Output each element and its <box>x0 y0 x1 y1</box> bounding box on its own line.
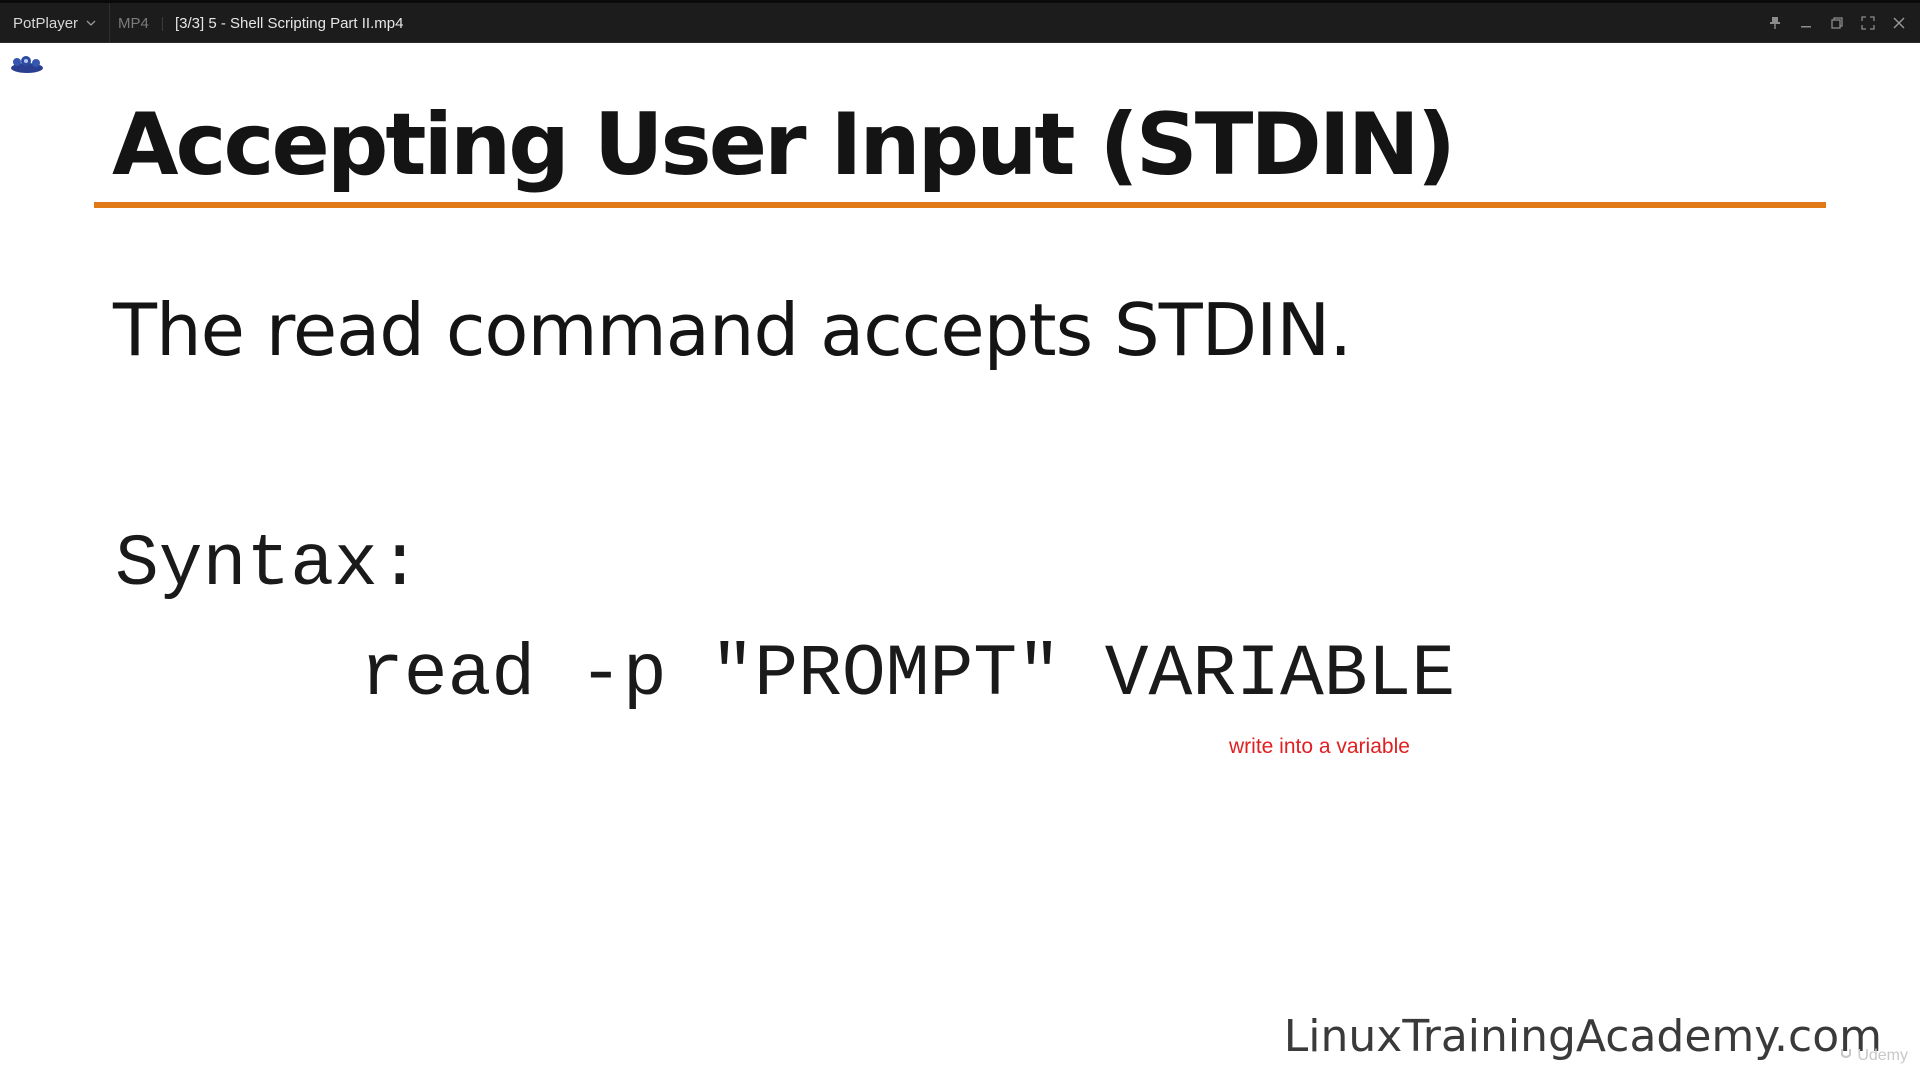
app-menu-button[interactable]: PotPlayer <box>0 3 110 43</box>
chevron-down-icon <box>86 18 96 28</box>
title-separator <box>162 17 163 31</box>
restore-icon[interactable] <box>1828 14 1846 32</box>
video-frame[interactable]: Accepting User Input (STDIN) The read co… <box>0 43 1920 1080</box>
title-bar[interactable]: PotPlayer MP4 [3/3] 5 - Shell Scripting … <box>0 0 1920 43</box>
app-name: PotPlayer <box>13 14 79 32</box>
minimize-icon[interactable] <box>1797 14 1815 32</box>
slide-body-text: The read command accepts STDIN. <box>113 288 1352 372</box>
site-watermark: LinuxTrainingAcademy.com <box>1283 1011 1882 1062</box>
pin-icon[interactable] <box>1766 14 1784 32</box>
udemy-watermark: Udemy <box>1839 1046 1908 1065</box>
file-title: [3/3] 5 - Shell Scripting Part II.mp4 <box>175 14 404 32</box>
syntax-code: read -p "PROMPT" VARIABLE <box>360 633 1456 716</box>
syntax-label: Syntax: <box>115 523 422 606</box>
udemy-label: Udemy <box>1857 1046 1908 1064</box>
format-badge: MP4 <box>118 14 149 32</box>
udemy-icon <box>1839 1046 1853 1065</box>
fullscreen-icon[interactable] <box>1859 14 1877 32</box>
annotation-note: write into a variable <box>1229 735 1410 758</box>
close-icon[interactable] <box>1890 14 1908 32</box>
slide-title: Accepting User Input (STDIN) <box>112 95 1456 195</box>
potplayer-window: PotPlayer MP4 [3/3] 5 - Shell Scripting … <box>0 0 1920 1080</box>
title-underline <box>94 202 1826 208</box>
window-controls <box>1766 3 1908 43</box>
logo-icon <box>9 53 45 75</box>
